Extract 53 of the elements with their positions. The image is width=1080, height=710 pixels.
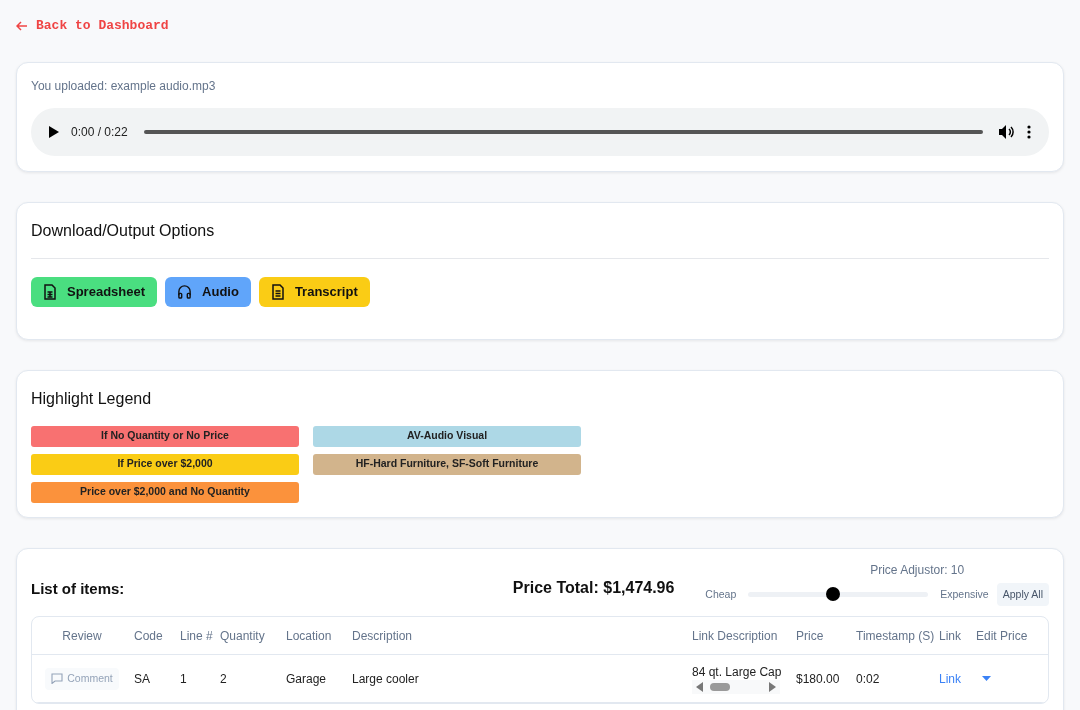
- upload-label: You uploaded: example audio.mp3: [31, 77, 217, 95]
- legend-swatch: HF-Hard Furniture, SF-Soft Furniture: [313, 453, 581, 475]
- link[interactable]: Link: [939, 671, 961, 686]
- table-cell: Garage: [286, 671, 327, 686]
- table-cell: 0:02: [856, 671, 880, 686]
- column-header: Review: [62, 627, 102, 645]
- section-title: Download/Output Options: [31, 220, 216, 241]
- table-cell: 84 qt. Large Cap: [692, 663, 782, 680]
- table-cell: SA: [134, 671, 150, 686]
- table-cell: $180.00: [796, 671, 840, 686]
- section-title: List of items:: [31, 578, 126, 599]
- price-total: Price Total: $1,474.96: [512, 578, 676, 599]
- headphones-icon: [177, 284, 193, 299]
- back-link[interactable]: Back to Dashboard: [16, 16, 169, 36]
- legend-swatch: Price over $2,000 and No Quantity: [31, 481, 299, 503]
- arrow-left-icon: [16, 19, 28, 32]
- table-cell: 1: [180, 671, 187, 686]
- download-button[interactable]: Spreadsheet: [31, 276, 158, 307]
- download-button[interactable]: Audio: [165, 276, 251, 307]
- scrollbar-icon[interactable]: [692, 679, 780, 694]
- audio-player[interactable]: 0:00 / 0:22: [31, 107, 1049, 156]
- apply-all-button[interactable]: Apply All: [996, 582, 1049, 607]
- column-header: Link Description: [692, 628, 778, 643]
- legend-swatch: AV-Audio Visual: [313, 425, 581, 447]
- column-header: Link: [939, 628, 961, 643]
- dropdown-caret-icon[interactable]: [982, 676, 991, 682]
- column-header: Location: [286, 628, 332, 643]
- spreadsheet-icon: [43, 283, 57, 300]
- column-header: Edit Price: [976, 628, 1028, 643]
- document-icon: [270, 283, 285, 300]
- section-title: Highlight Legend: [31, 388, 153, 409]
- slider-min-label: Cheap: [705, 586, 737, 602]
- adjustor-label: Price Adjustor: 10: [870, 561, 965, 579]
- column-header: Quantity: [220, 628, 265, 643]
- table-cell: Large cooler: [352, 671, 419, 686]
- column-header: Timestamp (S): [856, 628, 935, 643]
- time-display: 0:00 / 0:22: [71, 123, 128, 141]
- legend-swatch: If Price over $2,000: [31, 453, 299, 475]
- more-icon[interactable]: [1027, 124, 1031, 139]
- download-button[interactable]: Transcript: [258, 276, 370, 307]
- progress-track[interactable]: [143, 129, 983, 134]
- legend-swatch: If No Quantity or No Price: [31, 425, 299, 447]
- column-header: Description: [352, 628, 413, 643]
- column-header: Price: [796, 628, 824, 643]
- price-slider-track[interactable]: [748, 586, 929, 603]
- volume-icon[interactable]: [999, 124, 1015, 139]
- play-icon[interactable]: [49, 125, 59, 138]
- column-header: Line #: [180, 628, 213, 643]
- slider-thumb[interactable]: [825, 587, 840, 602]
- slider-max-label: Expensive: [940, 586, 989, 602]
- table-cell: 2: [220, 671, 227, 686]
- comment-icon: [51, 673, 64, 685]
- column-header: Code: [134, 628, 163, 643]
